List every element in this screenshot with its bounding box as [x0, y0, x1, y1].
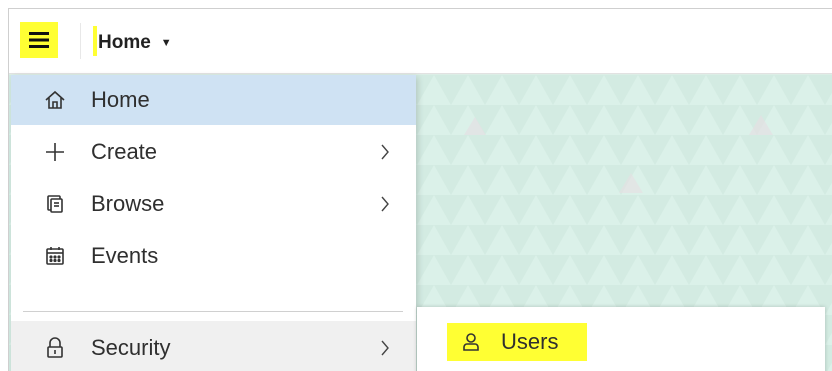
chevron-right-icon — [379, 142, 391, 162]
submenu-item-label: Users — [501, 329, 559, 354]
app-frame: Home ▼ Home Create Browse Events Securit… — [8, 8, 832, 371]
chevron-right-icon — [379, 338, 391, 358]
lock-icon — [43, 336, 67, 360]
home-dropdown-button[interactable]: Home ▼ — [98, 29, 172, 57]
nav-item-label: Events — [91, 243, 159, 268]
home-dropdown-label: Home — [98, 32, 151, 53]
nav-item-browse[interactable]: Browse — [11, 179, 416, 229]
house-icon — [43, 88, 67, 112]
nav-item-create[interactable]: Create — [11, 127, 416, 177]
plus-icon — [43, 140, 67, 164]
nav-item-home[interactable]: Home — [11, 75, 416, 125]
submenu-item-users[interactable]: Users — [447, 323, 587, 361]
user-icon — [461, 332, 481, 352]
chevron-right-icon — [379, 194, 391, 214]
nav-item-security[interactable]: Security — [11, 321, 416, 371]
calendar-icon — [43, 244, 67, 268]
top-bar: Home ▼ — [9, 9, 832, 74]
hamburger-icon — [29, 32, 49, 48]
nav-item-label: Create — [91, 139, 158, 164]
nav-item-label: Home — [91, 87, 150, 112]
caret-down-icon: ▼ — [160, 37, 172, 49]
browse-icon — [43, 192, 67, 216]
home-highlight-mark — [93, 26, 97, 56]
menu-toggle-button[interactable] — [20, 22, 58, 58]
nav-item-label: Security — [91, 335, 171, 360]
navigation-menu: Home Create Browse Events Security — [11, 75, 416, 371]
security-submenu: Users — [417, 307, 825, 371]
nav-item-label: Browse — [91, 191, 165, 216]
nav-item-events[interactable]: Events — [11, 231, 416, 281]
menu-divider — [23, 311, 403, 312]
header-divider — [80, 23, 81, 59]
